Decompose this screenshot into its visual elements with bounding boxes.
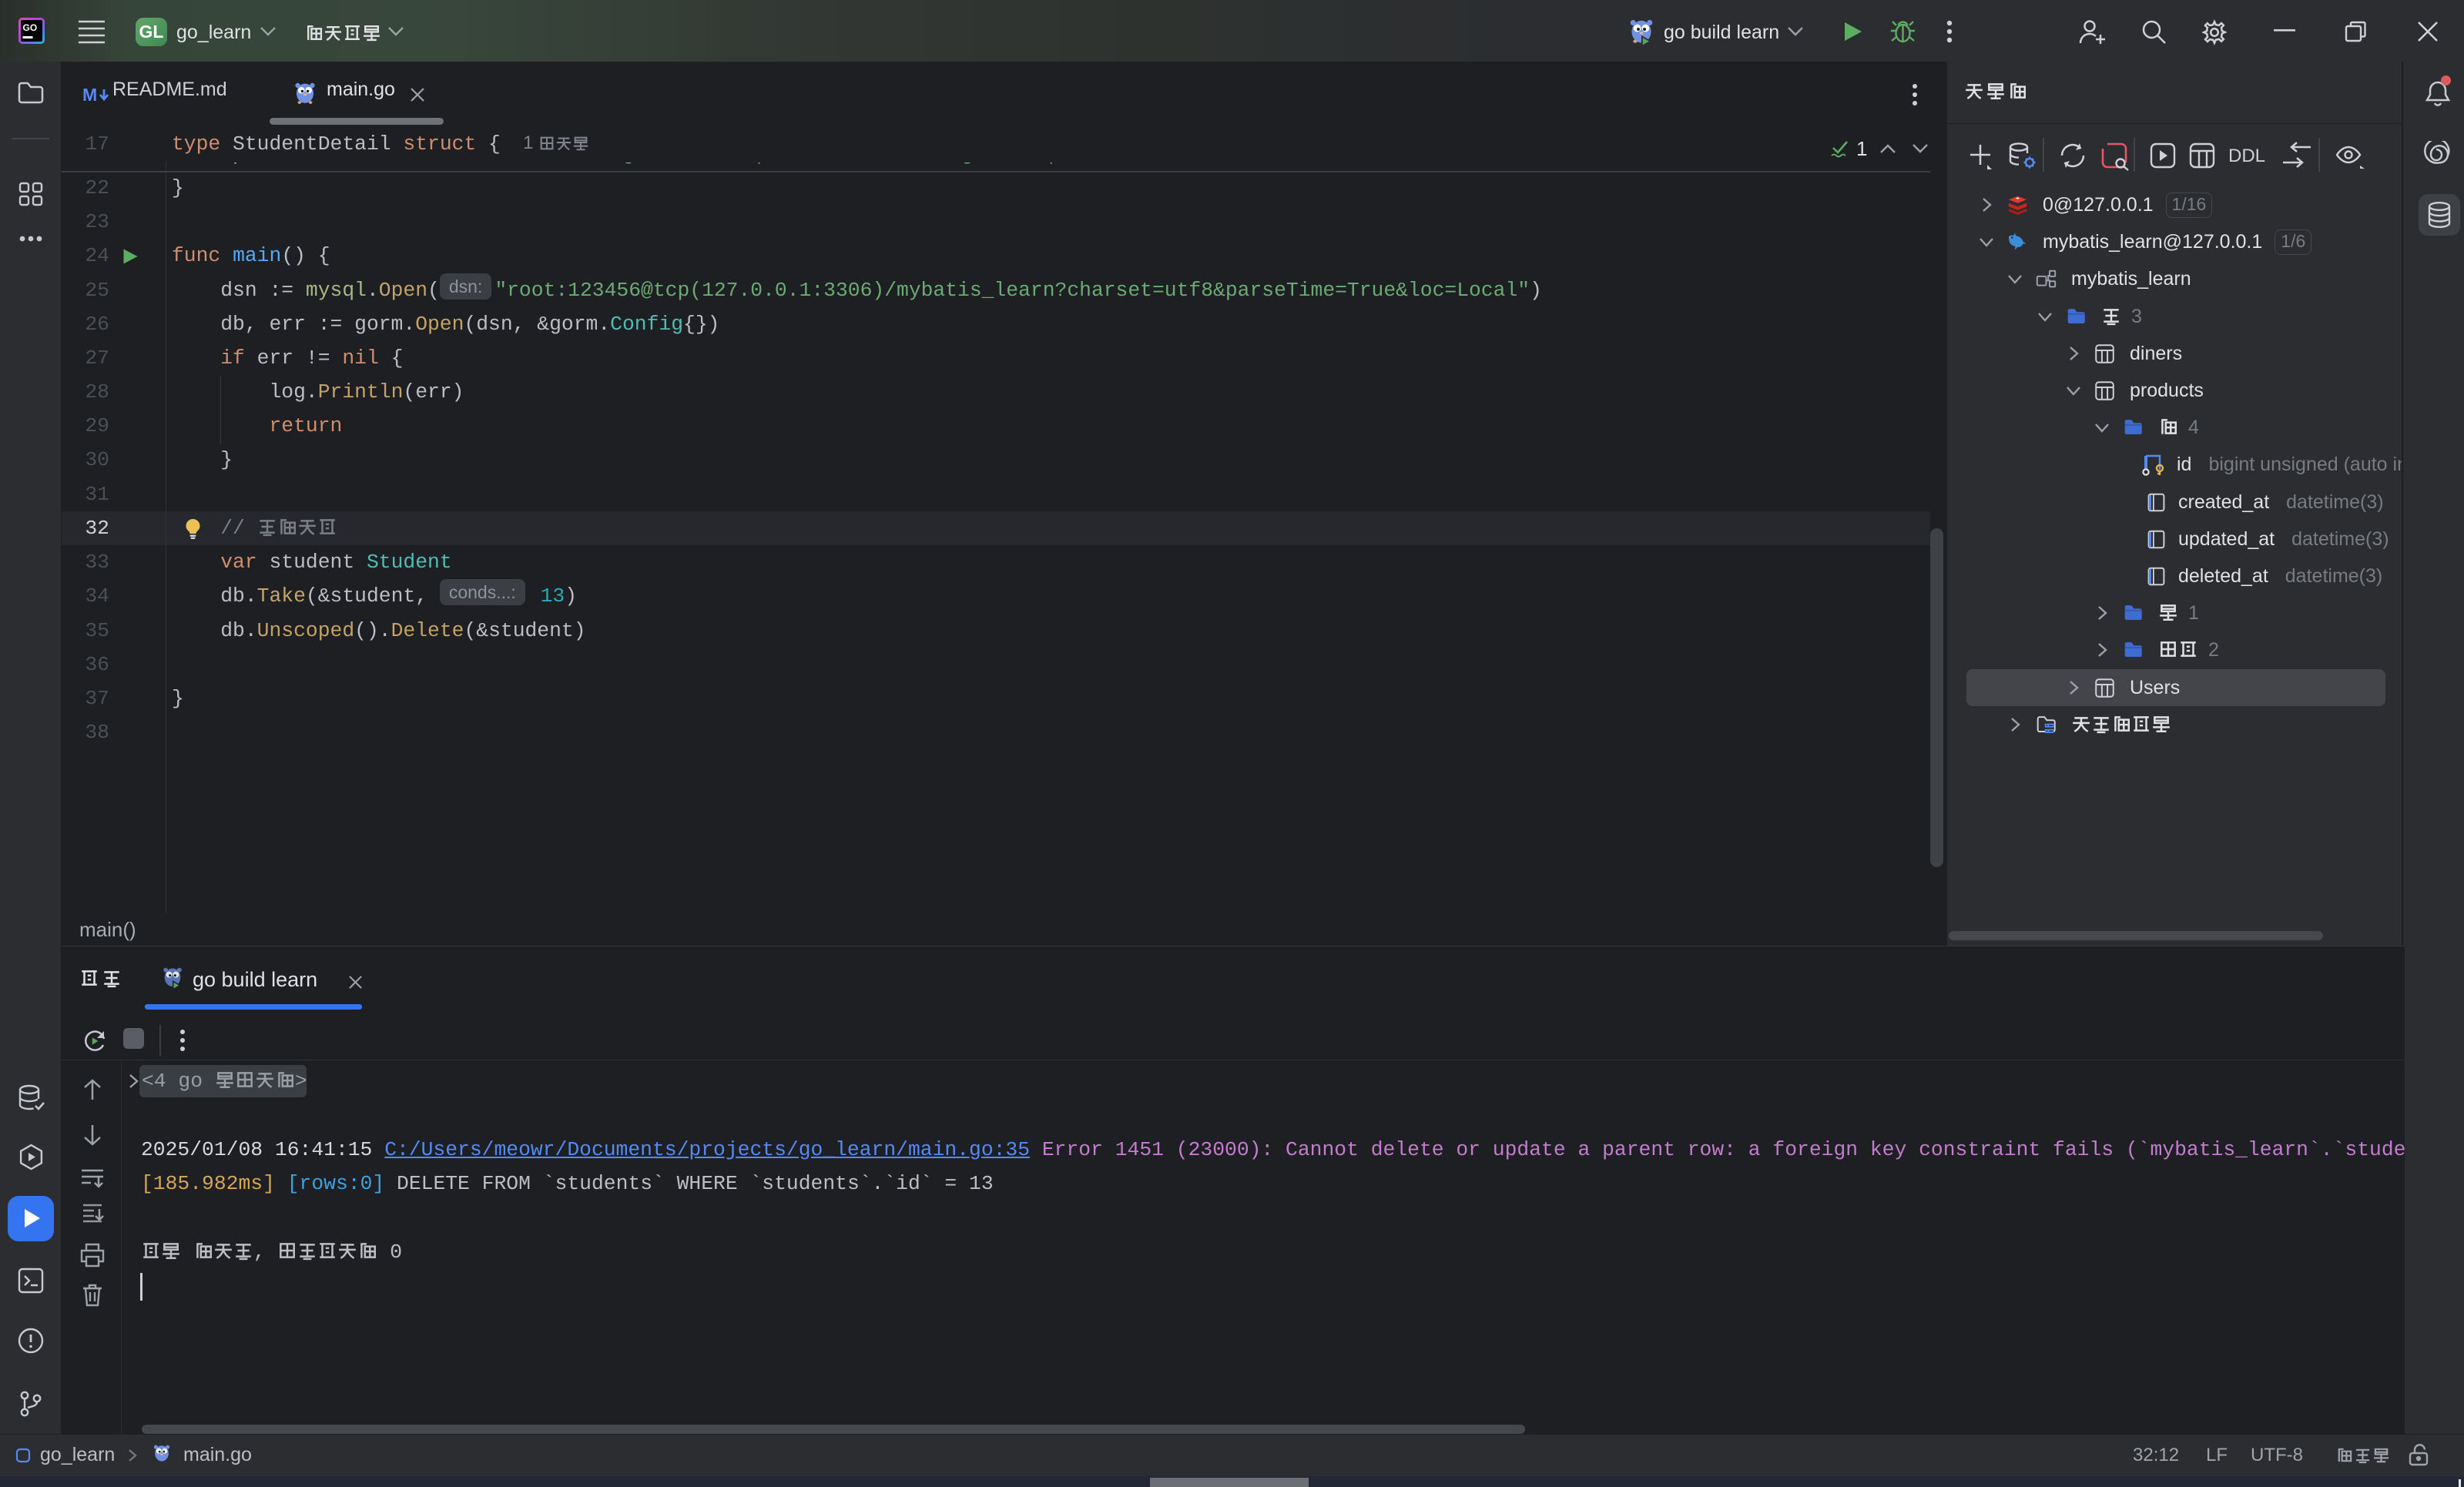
svg-text:M: M xyxy=(82,85,97,105)
svg-text:GO: GO xyxy=(23,22,38,33)
